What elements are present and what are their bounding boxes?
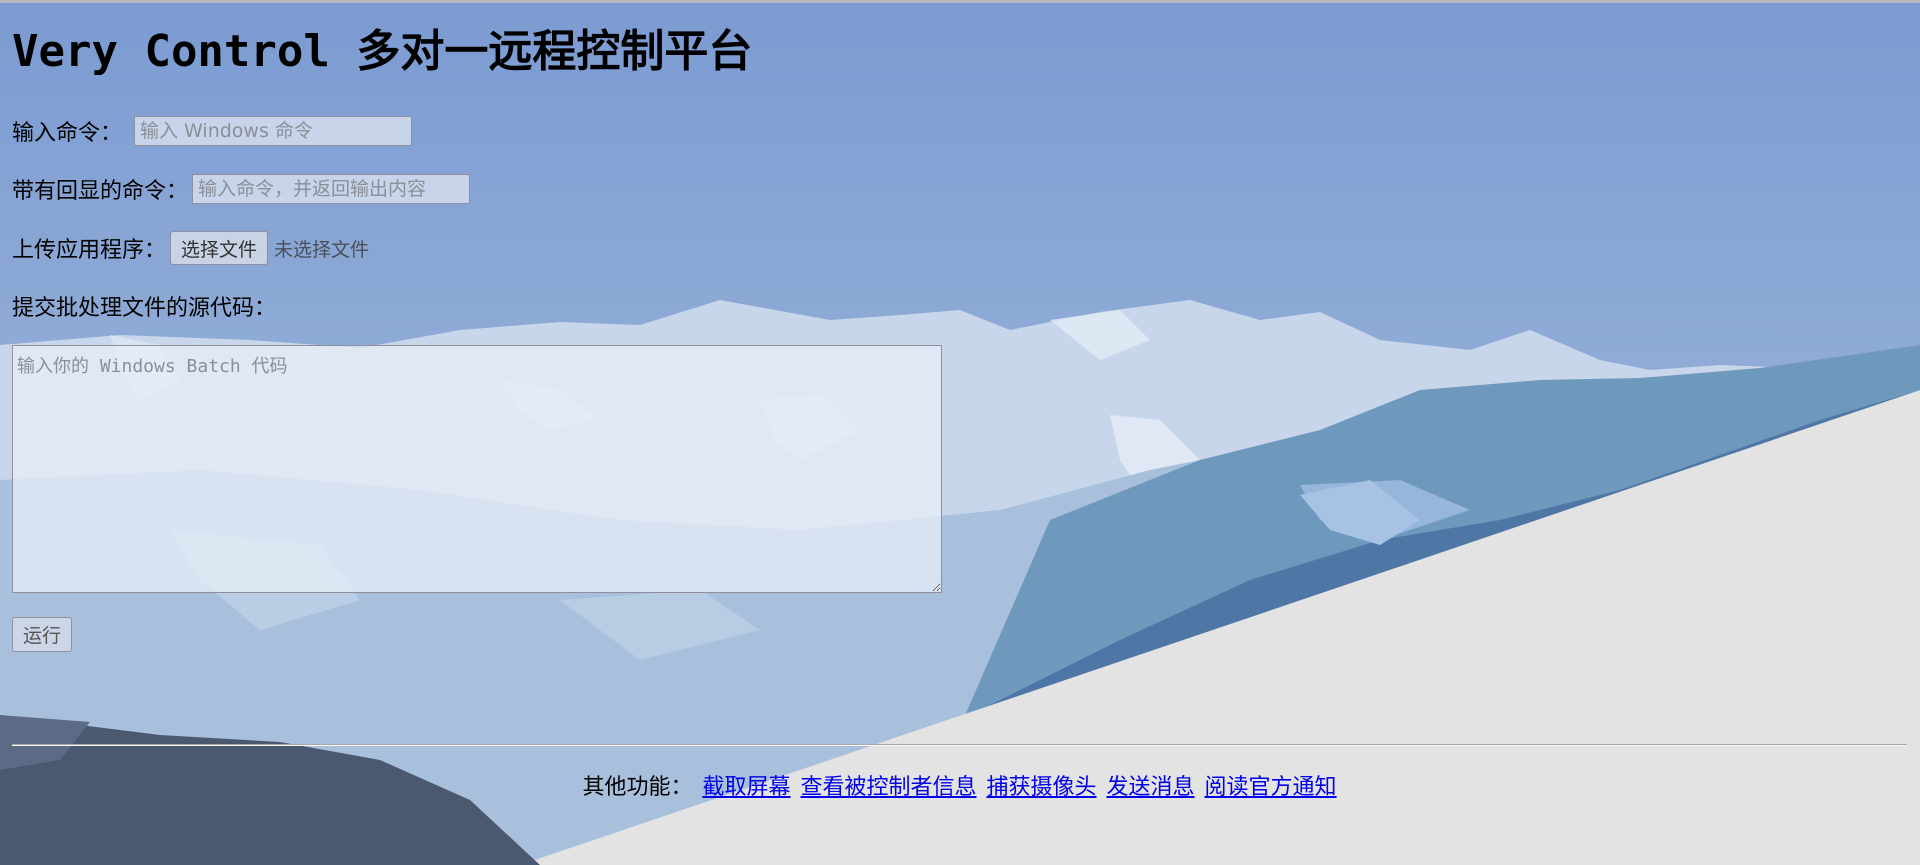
official-notice-link[interactable]: 阅读官方通知 (1205, 775, 1337, 800)
upload-row: 上传应用程序： 选择文件 未选择文件 (12, 230, 369, 266)
footer-nav: 其他功能： 截取屏幕 查看被控制者信息 捕获摄像头 发送消息 阅读官方通知 (12, 769, 1907, 801)
upload-label: 上传应用程序： (12, 238, 167, 263)
echo-command-row: 带有回显的命令： (12, 171, 471, 207)
command-input[interactable] (134, 116, 413, 146)
screenshot-link[interactable]: 截取屏幕 (702, 775, 790, 800)
footer-prefix: 其他功能： (582, 775, 693, 800)
echo-command-label: 带有回显的命令： (12, 179, 189, 204)
top-border (0, 0, 1920, 3)
batch-row: 提交批处理文件的源代码： (12, 288, 284, 324)
divider (12, 744, 1907, 746)
batch-code-textarea[interactable] (12, 345, 942, 593)
capture-camera-link[interactable]: 捕获摄像头 (987, 775, 1097, 800)
choose-file-button[interactable]: 选择文件 (170, 231, 269, 265)
command-row: 输入命令： (12, 113, 413, 149)
run-button[interactable]: 运行 (12, 617, 73, 652)
page-title: Very Control 多对一远程控制平台 (12, 26, 753, 77)
send-message-link[interactable]: 发送消息 (1107, 775, 1195, 800)
command-label: 输入命令： (12, 121, 123, 146)
controlled-info-link[interactable]: 查看被控制者信息 (800, 775, 976, 800)
file-status: 未选择文件 (274, 238, 370, 261)
batch-label: 提交批处理文件的源代码： (12, 296, 277, 321)
echo-command-input[interactable] (192, 174, 471, 204)
